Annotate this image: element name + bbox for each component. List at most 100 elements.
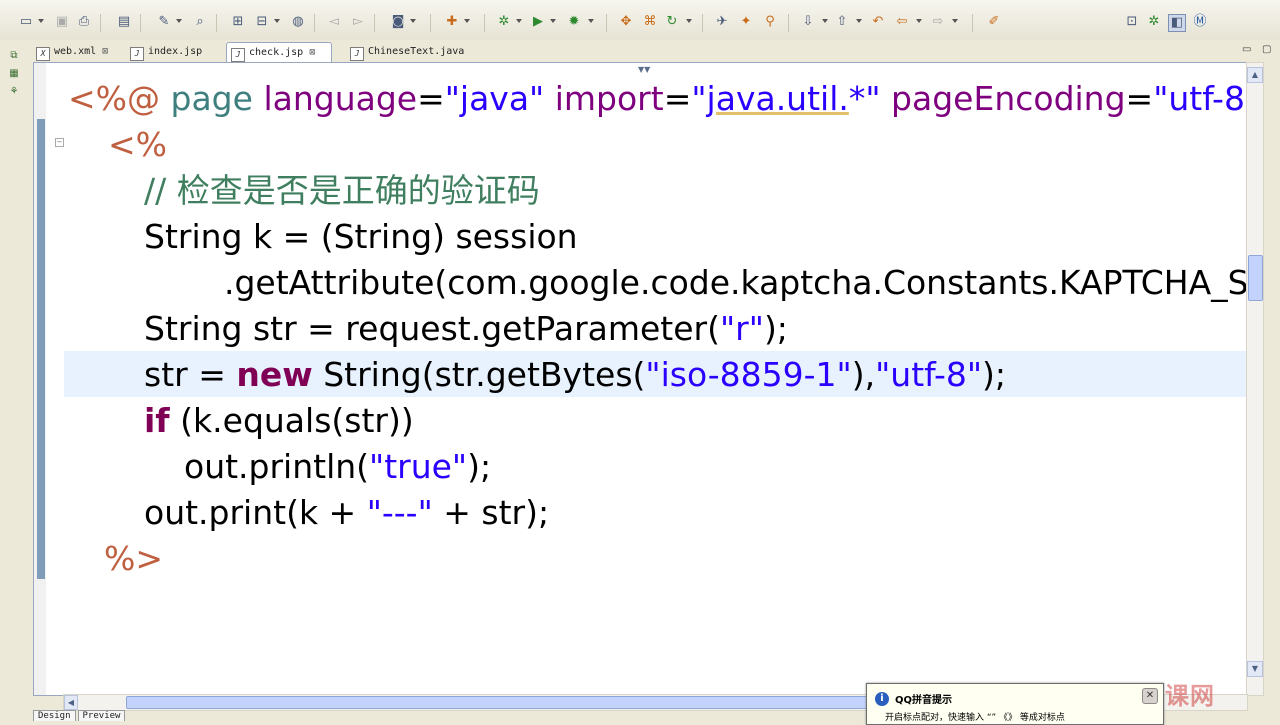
code-line-10[interactable]: out.print(k + "---" + str);	[144, 493, 549, 533]
open-task-dropdown-arrow[interactable]	[274, 19, 280, 23]
if-keyword: if	[144, 401, 170, 440]
code-line-7[interactable]: str = new String(str.getBytes("iso-8859-…	[144, 355, 1006, 395]
run-icon[interactable]: ▶	[530, 14, 546, 30]
navigate-icon[interactable]: ✈	[714, 14, 730, 30]
restore-icon[interactable]: ⧉	[8, 50, 20, 62]
code-line-6[interactable]: String str = request.getParameter("r");	[144, 309, 788, 349]
code-line-11[interactable]: %>	[104, 539, 163, 579]
code-editor[interactable]: ▼▼ − <%@ page language="java" import="ja…	[33, 62, 1248, 696]
refresh-dropdown-arrow[interactable]	[686, 19, 692, 23]
toolbar-separator	[216, 14, 217, 32]
equals-sign: =	[1125, 79, 1154, 118]
string-literal: "---"	[366, 493, 433, 532]
code-line-1[interactable]: <%@ page language="java" import="java.ut…	[68, 79, 1247, 119]
pin-icon[interactable]: ⚲	[762, 14, 778, 30]
last-edit-icon[interactable]: ↶	[870, 14, 886, 30]
close-icon[interactable]: ⊠	[102, 46, 108, 57]
debug-dropdown-arrow[interactable]	[588, 19, 594, 23]
camera-icon[interactable]: ◙	[390, 14, 406, 30]
code-line-2[interactable]: <%	[108, 125, 167, 165]
editor-tab-bar: Xweb.xml ⊠ Jindex.jsp Jcheck.jsp ⊠ J Chines…	[30, 40, 1280, 63]
up-dropdown-arrow[interactable]	[856, 19, 862, 23]
tool-dropdown-arrow[interactable]	[516, 19, 522, 23]
new-keyword: new	[236, 355, 313, 394]
design-tab[interactable]: Design	[33, 710, 76, 721]
import-value-package: java.util.	[706, 79, 849, 118]
server-icon[interactable]: ✦	[738, 14, 754, 30]
maximize-icon[interactable]: ▢	[1262, 44, 1271, 55]
print-icon[interactable]: ⎙	[76, 14, 92, 30]
code-line-4[interactable]: String k = (String) session	[144, 217, 578, 257]
down-dropdown-arrow[interactable]	[822, 19, 828, 23]
forward-dropdown-arrow	[952, 19, 958, 23]
debug-config-dropdown-arrow[interactable]	[176, 19, 182, 23]
scroll-up-icon[interactable]: ▲	[1247, 67, 1263, 83]
code-line-8[interactable]: if (k.equals(str))	[144, 401, 414, 441]
import-value-quote: "	[691, 79, 707, 118]
info-icon: i	[875, 692, 889, 706]
tool-icon[interactable]: ✲	[496, 14, 512, 30]
code-text: out.println(	[184, 447, 370, 486]
forward-icon: ⇨	[932, 14, 944, 29]
search-icon[interactable]: ⌕	[192, 14, 208, 30]
refresh-icon[interactable]: ↻	[664, 14, 680, 30]
preview-tab[interactable]: Preview	[77, 710, 126, 721]
myeclipse-perspective-icon[interactable]: Ⓜ	[1192, 14, 1208, 30]
build-icon[interactable]: ▤	[116, 14, 132, 30]
code-text: + str);	[432, 493, 550, 532]
minimize-icon[interactable]: ▭	[1242, 44, 1251, 55]
jsp-file-icon: J	[231, 48, 245, 62]
back-dropdown-arrow[interactable]	[916, 19, 922, 23]
up-icon[interactable]: ⇧	[834, 14, 850, 30]
tab-index-jsp[interactable]: Jindex.jsp	[126, 42, 220, 62]
forward-disabled-icon: ▻	[353, 14, 363, 29]
new-wizard-dropdown-arrow[interactable]	[464, 19, 470, 23]
save-icon[interactable]: ▣	[54, 14, 70, 30]
hierarchy-icon[interactable]: ⚘	[8, 86, 20, 98]
package-explorer-icon[interactable]: ▦	[8, 68, 20, 80]
vertical-scrollbar[interactable]: ▲ ▼	[1246, 62, 1264, 696]
down-icon[interactable]: ⇩	[800, 14, 816, 30]
qq-pinyin-tip-popup: i QQ拼音提示 ✕ 开启标点配对，快速输入 “” 《》 等成对标点	[866, 683, 1164, 725]
open-task-icon[interactable]: ⊟	[254, 14, 270, 30]
java-ee-perspective-icon[interactable]: ◧	[1168, 14, 1186, 32]
open-type-icon[interactable]: ⊞	[230, 14, 246, 30]
back-icon[interactable]: ⇦	[894, 14, 910, 30]
tab-chinese-text-java[interactable]: J ChineseText.java	[346, 42, 476, 62]
scroll-down-icon[interactable]: ▼	[1247, 661, 1263, 677]
close-icon[interactable]: ✕	[1142, 688, 1158, 704]
tab-check-jsp[interactable]: Jcheck.jsp ⊠	[226, 42, 332, 63]
toolbar-separator	[314, 14, 315, 32]
code-text: );	[982, 355, 1007, 394]
tab-web-xml[interactable]: Xweb.xml ⊠	[32, 42, 120, 62]
globe-icon[interactable]: ◍	[290, 14, 306, 30]
brush-icon[interactable]: ✐	[986, 14, 1002, 30]
new-wizard-icon[interactable]: ✚	[444, 14, 460, 30]
open-perspective-icon[interactable]: ✥	[618, 14, 634, 30]
scroll-left-icon[interactable]: ◀	[64, 695, 78, 710]
debug-icon[interactable]: ✹	[566, 14, 582, 30]
toolbar-separator	[484, 14, 485, 32]
camera-dropdown-arrow[interactable]	[410, 19, 416, 23]
code-text: ),	[851, 355, 876, 394]
debug-perspective-icon[interactable]: ✲	[1146, 14, 1162, 30]
open-perspective-dialog-icon[interactable]: ⊡	[1124, 14, 1140, 30]
code-text: String(str.getBytes(	[312, 355, 646, 394]
code-line-9[interactable]: out.println("true");	[184, 447, 491, 487]
page-keyword: page	[170, 79, 253, 118]
source-text[interactable]: <%@ page language="java" import="java.ut…	[34, 63, 1247, 695]
page-encoding-attribute: pageEncoding	[891, 79, 1126, 118]
code-text: out.print(k +	[144, 493, 367, 532]
java-file-icon: J	[350, 47, 364, 61]
new-icon[interactable]: ▭	[18, 14, 34, 30]
string-literal: "true"	[369, 447, 468, 486]
run-dropdown-arrow[interactable]	[550, 19, 556, 23]
vertical-scroll-thumb[interactable]	[1248, 255, 1263, 301]
new-dropdown-arrow[interactable]	[38, 19, 44, 23]
split-icon[interactable]: ⌘	[642, 14, 658, 30]
code-text: );	[763, 309, 788, 348]
close-icon[interactable]: ⊠	[309, 47, 315, 58]
debug-config-icon[interactable]: ✎	[156, 14, 172, 30]
code-line-3[interactable]: // 检查是否是正确的验证码	[144, 171, 540, 211]
code-line-5[interactable]: .getAttribute(com.google.code.kaptcha.Co…	[224, 263, 1247, 303]
